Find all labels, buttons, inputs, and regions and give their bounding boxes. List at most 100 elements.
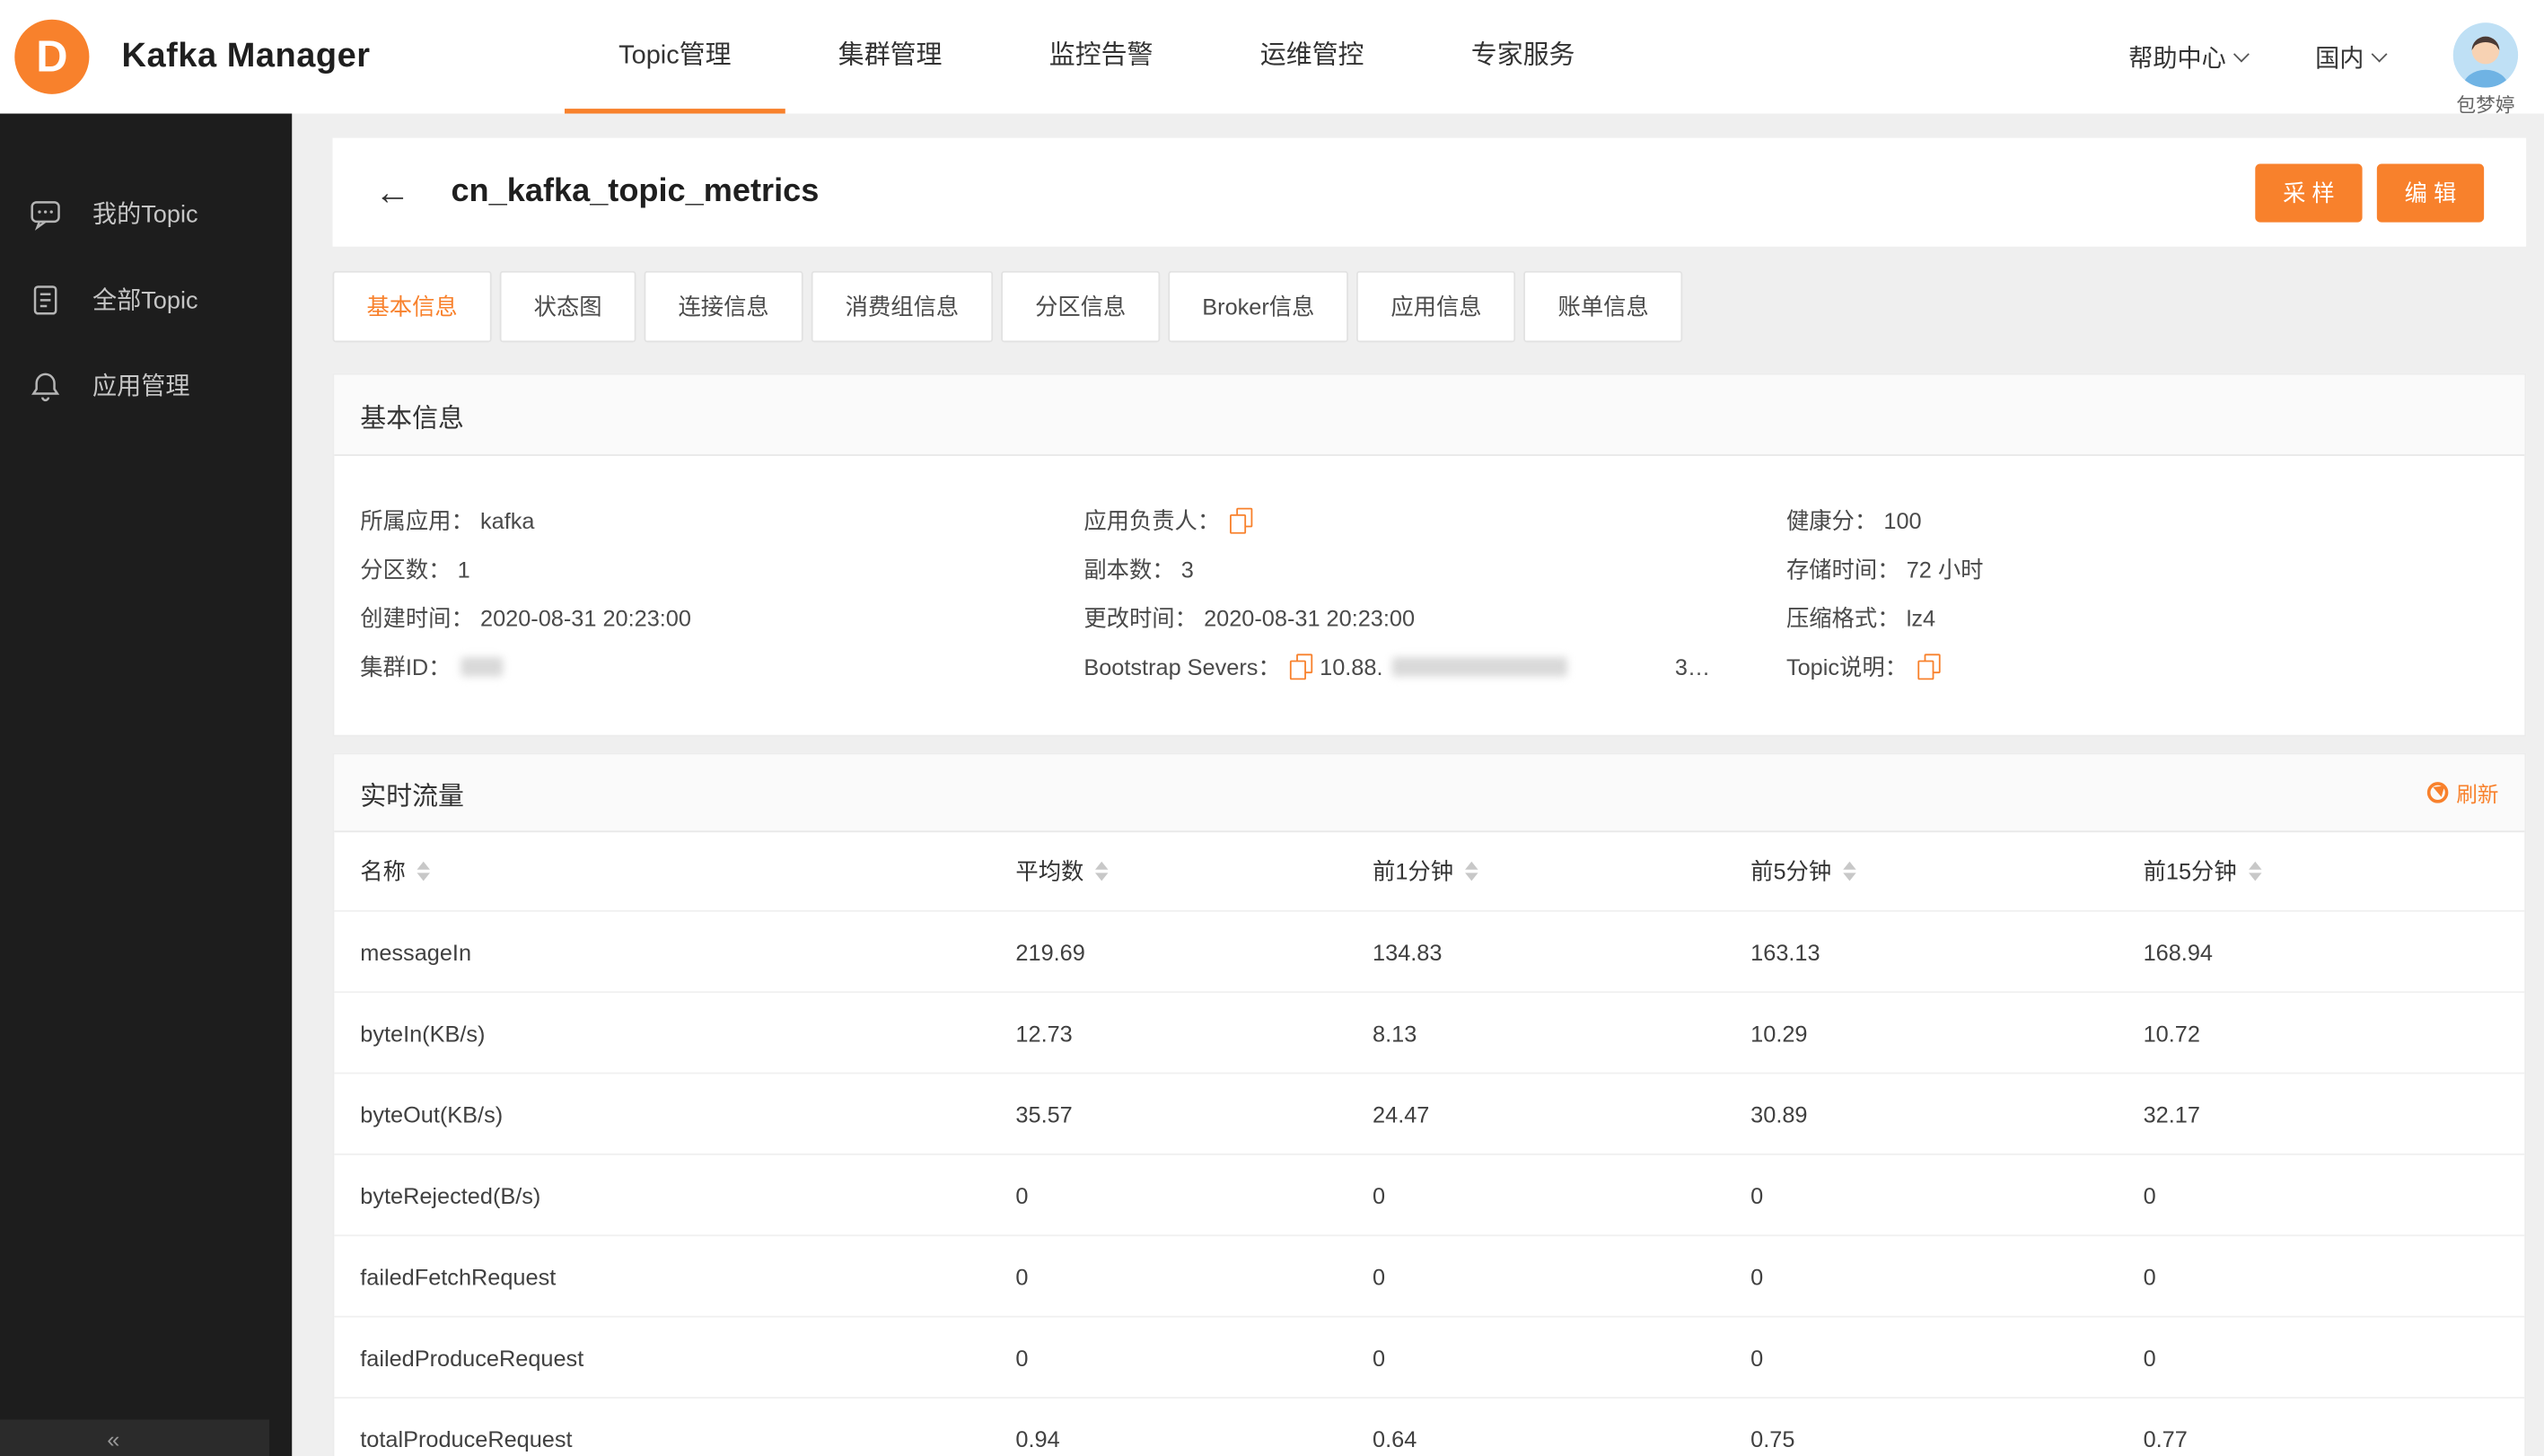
sidebar-item-app-management[interactable]: 应用管理 bbox=[0, 342, 292, 428]
sort-icon[interactable] bbox=[2248, 861, 2261, 881]
metric-average: 0 bbox=[1015, 1263, 1029, 1289]
field-bootstrap-servers: Bootstrap Severs： 10.88. 3… bbox=[1083, 643, 1786, 691]
field-label: 存储时间： bbox=[1785, 556, 1900, 583]
tab-app-info[interactable]: 应用信息 bbox=[1356, 270, 1516, 343]
basic-info-section: 基本信息 所属应用： kafka 应用负责人： 健康分： 100 分区数： 1 … bbox=[332, 373, 2527, 737]
chevron-down-icon bbox=[2371, 46, 2388, 63]
table-row: byteIn(KB/s) 12.73 8.13 10.29 10.72 bbox=[334, 991, 2525, 1072]
app-title: Kafka Manager bbox=[121, 37, 371, 75]
page-title: cn_kafka_topic_metrics bbox=[451, 173, 820, 210]
column-header-name[interactable]: 名称 bbox=[360, 855, 1015, 887]
metric-15min: 0 bbox=[2143, 1344, 2156, 1371]
document-icon bbox=[28, 282, 64, 318]
column-label: 前1分钟 bbox=[1373, 858, 1454, 885]
region-select[interactable]: 国内 bbox=[2315, 39, 2388, 74]
field-label: 应用负责人： bbox=[1083, 507, 1221, 534]
metric-1min: 0.64 bbox=[1373, 1425, 1417, 1452]
table-row: failedFetchRequest 0 0 0 0 bbox=[334, 1234, 2525, 1315]
page-header: ← cn_kafka_topic_metrics 采 样 编 辑 bbox=[332, 137, 2527, 247]
column-header-average[interactable]: 平均数 bbox=[1015, 855, 1373, 887]
table-row: messageIn 219.69 134.83 163.13 168.94 bbox=[334, 909, 2525, 991]
nav-item-cluster-management[interactable]: 集群管理 bbox=[785, 0, 996, 114]
field-owner-app: 所属应用： kafka bbox=[360, 496, 1083, 545]
tab-billing-info[interactable]: 账单信息 bbox=[1523, 270, 1683, 343]
metric-1min: 0 bbox=[1373, 1181, 1386, 1208]
metric-5min: 0.75 bbox=[1750, 1425, 1795, 1452]
metric-average: 219.69 bbox=[1015, 938, 1085, 965]
column-label: 前15分钟 bbox=[2143, 858, 2237, 885]
user-name: 包梦婷 bbox=[2456, 92, 2515, 117]
column-header-last-1min[interactable]: 前1分钟 bbox=[1373, 855, 1750, 887]
sort-icon[interactable] bbox=[1842, 861, 1856, 881]
column-header-last-15min[interactable]: 前15分钟 bbox=[2144, 855, 2525, 887]
field-modify-time: 更改时间： 2020-08-31 20:23:00 bbox=[1083, 594, 1786, 643]
field-value: lz4 bbox=[1906, 605, 1936, 632]
help-center-link[interactable]: 帮助中心 bbox=[2128, 39, 2250, 74]
metric-1min: 0 bbox=[1373, 1344, 1386, 1371]
column-header-last-5min[interactable]: 前5分钟 bbox=[1750, 855, 2143, 887]
metric-15min: 10.72 bbox=[2143, 1019, 2200, 1046]
sidebar-collapse-button[interactable]: « bbox=[0, 1419, 270, 1456]
metric-5min: 0 bbox=[1750, 1263, 1764, 1289]
sort-icon[interactable] bbox=[1464, 861, 1478, 881]
refresh-label: 刷新 bbox=[2456, 782, 2499, 807]
copy-icon[interactable] bbox=[1917, 653, 1941, 680]
column-label: 名称 bbox=[360, 858, 406, 885]
basic-info-grid: 所属应用： kafka 应用负责人： 健康分： 100 分区数： 1 副本数： … bbox=[334, 456, 2524, 735]
metric-1min: 0 bbox=[1373, 1263, 1386, 1289]
metric-average: 12.73 bbox=[1015, 1019, 1073, 1046]
sidebar-item-all-topic[interactable]: 全部Topic bbox=[0, 257, 292, 343]
main-content: ← cn_kafka_topic_metrics 采 样 编 辑 基本信息 状态… bbox=[292, 113, 2544, 1456]
nav-item-expert-service[interactable]: 专家服务 bbox=[1417, 0, 1628, 114]
section-title-text: 实时流量 bbox=[360, 783, 464, 811]
column-label: 平均数 bbox=[1015, 858, 1084, 885]
metric-5min: 0 bbox=[1750, 1344, 1764, 1371]
metric-5min: 10.29 bbox=[1750, 1019, 1808, 1046]
refresh-button[interactable]: 刷新 bbox=[2426, 777, 2499, 808]
field-value: kafka bbox=[479, 507, 535, 534]
tab-consumer-group-info[interactable]: 消费组信息 bbox=[811, 270, 994, 343]
sidebar: 我的Topic 全部Topic 应用管理 « bbox=[0, 113, 293, 1456]
tab-broker-info[interactable]: Broker信息 bbox=[1168, 270, 1349, 343]
field-value: 1 bbox=[457, 556, 470, 583]
field-label: 分区数： bbox=[360, 556, 452, 583]
sort-icon[interactable] bbox=[417, 861, 430, 881]
copy-icon[interactable] bbox=[1290, 653, 1313, 680]
nav-item-ops-control[interactable]: 运维管控 bbox=[1206, 0, 1417, 114]
sidebar-item-my-topic[interactable]: 我的Topic bbox=[0, 171, 292, 257]
main-nav: Topic管理 集群管理 监控告警 运维管控 专家服务 bbox=[565, 0, 1629, 114]
user-menu[interactable]: 包梦婷 bbox=[2452, 22, 2519, 118]
tab-status-chart[interactable]: 状态图 bbox=[499, 270, 636, 343]
table-row: byteOut(KB/s) 35.57 24.47 30.89 32.17 bbox=[334, 1072, 2525, 1153]
back-arrow-icon[interactable]: ← bbox=[375, 171, 411, 214]
sidebar-item-label: 我的Topic bbox=[92, 201, 198, 229]
section-title-text: 基本信息 bbox=[360, 404, 464, 433]
metric-name: byteOut(KB/s) bbox=[360, 1101, 504, 1127]
metric-5min: 163.13 bbox=[1750, 938, 1820, 965]
field-app-owner: 应用负责人： bbox=[1083, 496, 1786, 545]
chevron-down-icon bbox=[2233, 46, 2250, 63]
metric-15min: 0 bbox=[2143, 1263, 2156, 1289]
metric-name: messageIn bbox=[360, 938, 472, 965]
sort-icon[interactable] bbox=[1094, 861, 1109, 881]
copy-icon[interactable] bbox=[1230, 507, 1253, 534]
field-label: 副本数： bbox=[1083, 556, 1175, 583]
field-value: 72 小时 bbox=[1906, 556, 1984, 583]
navbar-right: 帮助中心 国内 包梦婷 bbox=[2128, 0, 2519, 118]
detail-tabs: 基本信息 状态图 连接信息 消费组信息 分区信息 Broker信息 应用信息 账… bbox=[332, 270, 2527, 343]
metric-name: byteIn(KB/s) bbox=[360, 1019, 486, 1046]
field-cluster-id: 集群ID： bbox=[360, 643, 1083, 691]
metric-name: byteRejected(B/s) bbox=[360, 1181, 541, 1208]
metric-15min: 32.17 bbox=[2143, 1101, 2200, 1127]
field-label: Bootstrap Severs： bbox=[1083, 653, 1281, 680]
tab-partition-info[interactable]: 分区信息 bbox=[1001, 270, 1161, 343]
edit-button[interactable]: 编 辑 bbox=[2376, 162, 2485, 222]
tab-connection-info[interactable]: 连接信息 bbox=[644, 270, 803, 343]
field-create-time: 创建时间： 2020-08-31 20:23:00 bbox=[360, 594, 1083, 643]
field-label: 健康分： bbox=[1785, 507, 1878, 534]
nav-item-topic-management[interactable]: Topic管理 bbox=[565, 0, 785, 114]
sample-button[interactable]: 采 样 bbox=[2255, 162, 2363, 222]
nav-item-monitor-alert[interactable]: 监控告警 bbox=[996, 0, 1206, 114]
tab-basic-info[interactable]: 基本信息 bbox=[332, 270, 492, 343]
metric-name: totalProduceRequest bbox=[360, 1425, 573, 1452]
